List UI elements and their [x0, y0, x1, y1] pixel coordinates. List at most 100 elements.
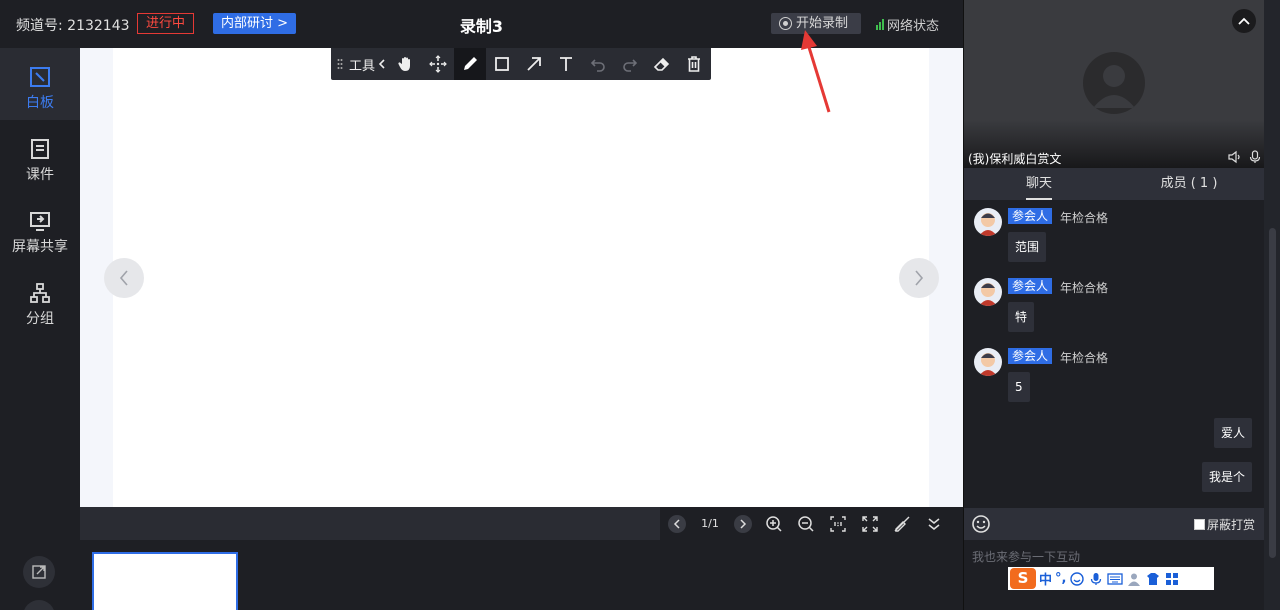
chat-input[interactable]: 我也来参与一下互动 S 中 °, — [964, 540, 1264, 610]
next-page-button[interactable] — [899, 258, 939, 298]
tab-members[interactable]: 成员 ( 1 ) — [1114, 168, 1264, 200]
zoom-out-button[interactable] — [790, 507, 822, 540]
microphone-icon[interactable] — [1088, 571, 1104, 587]
redo-icon — [623, 59, 638, 72]
sidebar-extra-button[interactable] — [23, 600, 55, 610]
sidebar-item-courseware[interactable]: 课件 — [0, 120, 80, 192]
page-thumbnail[interactable] — [92, 552, 238, 610]
fullscreen-button[interactable] — [854, 507, 886, 540]
network-status-button[interactable]: 网络状态 — [876, 15, 939, 34]
move-tool-button[interactable] — [422, 48, 454, 80]
popout-button[interactable] — [23, 556, 55, 588]
chevron-right-icon — [740, 518, 747, 529]
channel-number: 频道号: 2132143 — [16, 18, 130, 34]
rectangle-icon — [495, 57, 509, 71]
drag-handle-icon[interactable] — [331, 48, 349, 80]
page-prev-button[interactable] — [668, 514, 686, 533]
page-next-button[interactable] — [734, 514, 752, 533]
thumbnail-strip — [80, 540, 963, 610]
signal-icon — [876, 19, 884, 30]
user-icon[interactable] — [1126, 571, 1142, 587]
sidebar-item-label: 分组 — [26, 311, 54, 327]
pen-icon — [464, 57, 478, 70]
role-badge: 参会人 — [1008, 208, 1053, 224]
fullscreen-icon — [862, 515, 878, 532]
sender-name: 年检合格 — [1060, 211, 1109, 225]
video-controls — [1228, 150, 1262, 164]
annotation-toggle-button[interactable] — [886, 507, 918, 540]
text-icon — [560, 57, 573, 71]
toolbar-collapse-button[interactable]: 工具 — [349, 55, 386, 74]
undo-button[interactable] — [582, 48, 614, 80]
video-tile: (我)保利威白赏文 — [964, 0, 1264, 168]
smiley-icon[interactable] — [1069, 571, 1085, 587]
network-status-label: 网络状态 — [887, 19, 940, 34]
chat-list: 参会人 年检合格 范围 参会人 年检合格 特 参会人 年检合格 5 爱人 我是个 — [964, 200, 1264, 508]
toolbar-label: 工具 — [349, 58, 376, 74]
speaker-icon[interactable] — [1228, 150, 1242, 164]
tab-chat[interactable]: 聊天 — [964, 168, 1114, 200]
record-icon — [779, 17, 792, 30]
ime-mode[interactable]: 中 — [1039, 569, 1052, 588]
chevron-up-icon — [1238, 17, 1250, 25]
zoom-in-button[interactable] — [758, 507, 790, 540]
chevron-right-icon: > — [277, 16, 289, 31]
sidebar-item-whiteboard[interactable]: 白板 — [0, 48, 80, 120]
microphone-icon[interactable] — [1248, 150, 1262, 164]
sidebar-item-label: 白板 — [26, 95, 54, 111]
sidebar-item-screen-share[interactable]: 屏幕共享 — [0, 192, 80, 264]
app-window: 频道号: 2132143 进行中 内部研讨 > 录制3 开始录制 网络状态 白板… — [0, 0, 1280, 610]
zoom-in-icon — [766, 515, 782, 532]
checkbox[interactable] — [1194, 519, 1205, 530]
rectangle-tool-button[interactable] — [486, 48, 518, 80]
right-panel: (我)保利威白赏文 聊天 成员 ( 1 ) 参会人 年检合格 范围 参会人 年检… — [963, 0, 1280, 610]
chevron-right-icon — [915, 270, 924, 286]
pen-tool-button[interactable] — [454, 48, 487, 80]
whiteboard-canvas[interactable] — [113, 48, 929, 507]
page-indicator: 1/1 — [701, 517, 719, 530]
trash-icon — [688, 56, 701, 72]
chevron-left-icon — [119, 270, 128, 286]
annotation-arrow-icon — [801, 30, 831, 113]
sidebar-item-label: 课件 — [26, 167, 54, 183]
ime-toolbar: S 中 °, — [1008, 567, 1214, 590]
keyboard-icon[interactable] — [1107, 571, 1124, 587]
chat-toolbar: 屏蔽打赏 — [964, 508, 1264, 540]
collapse-thumbnails-button[interactable] — [918, 507, 950, 540]
chat-input-placeholder: 我也来参与一下互动 — [972, 550, 1081, 564]
whiteboard-toolbar: 工具 — [331, 48, 711, 80]
clear-board-button[interactable] — [678, 48, 710, 80]
skin-icon[interactable] — [1145, 571, 1161, 587]
text-tool-button[interactable] — [550, 48, 582, 80]
screen-share-icon — [30, 212, 50, 231]
prev-page-button[interactable] — [104, 258, 144, 298]
avatar — [974, 278, 1002, 306]
collapse-video-button[interactable] — [1232, 9, 1256, 33]
emoji-button[interactable] — [971, 514, 991, 538]
hand-tool-button[interactable] — [390, 48, 422, 80]
mute-reward-label: 屏蔽打赏 — [1207, 518, 1256, 532]
arrow-tool-button[interactable] — [518, 48, 550, 80]
my-message-bubble: 爱人 — [1213, 418, 1252, 448]
redo-button[interactable] — [614, 48, 646, 80]
sidebar-item-group[interactable]: 分组 — [0, 264, 80, 336]
meeting-type-button[interactable]: 内部研讨 > — [213, 13, 297, 34]
my-message-bubble: 我是个 — [1201, 462, 1252, 492]
user-icon — [1093, 65, 1135, 108]
page-control-bar: 1/1 — [80, 507, 963, 540]
chat-scrollbar[interactable] — [1264, 200, 1280, 610]
mute-reward-checkbox[interactable]: 屏蔽打赏 — [1194, 516, 1255, 533]
self-name: (我)保利威白赏文 — [968, 152, 1062, 166]
toolbox-icon[interactable] — [1164, 571, 1180, 587]
ime-logo-icon[interactable]: S — [1010, 568, 1036, 589]
scrollbar-thumb[interactable] — [1269, 228, 1276, 558]
panel-tabs: 聊天 成员 ( 1 ) — [964, 168, 1264, 200]
pen-off-icon — [894, 516, 910, 532]
ime-punctuation[interactable]: °, — [1055, 571, 1066, 586]
avatar — [974, 348, 1002, 376]
sender-name: 年检合格 — [1060, 281, 1109, 295]
actual-size-button[interactable] — [822, 507, 854, 540]
message-bubble: 范围 — [1008, 232, 1047, 262]
eraser-tool-button[interactable] — [646, 48, 678, 80]
courseware-icon — [31, 139, 49, 159]
